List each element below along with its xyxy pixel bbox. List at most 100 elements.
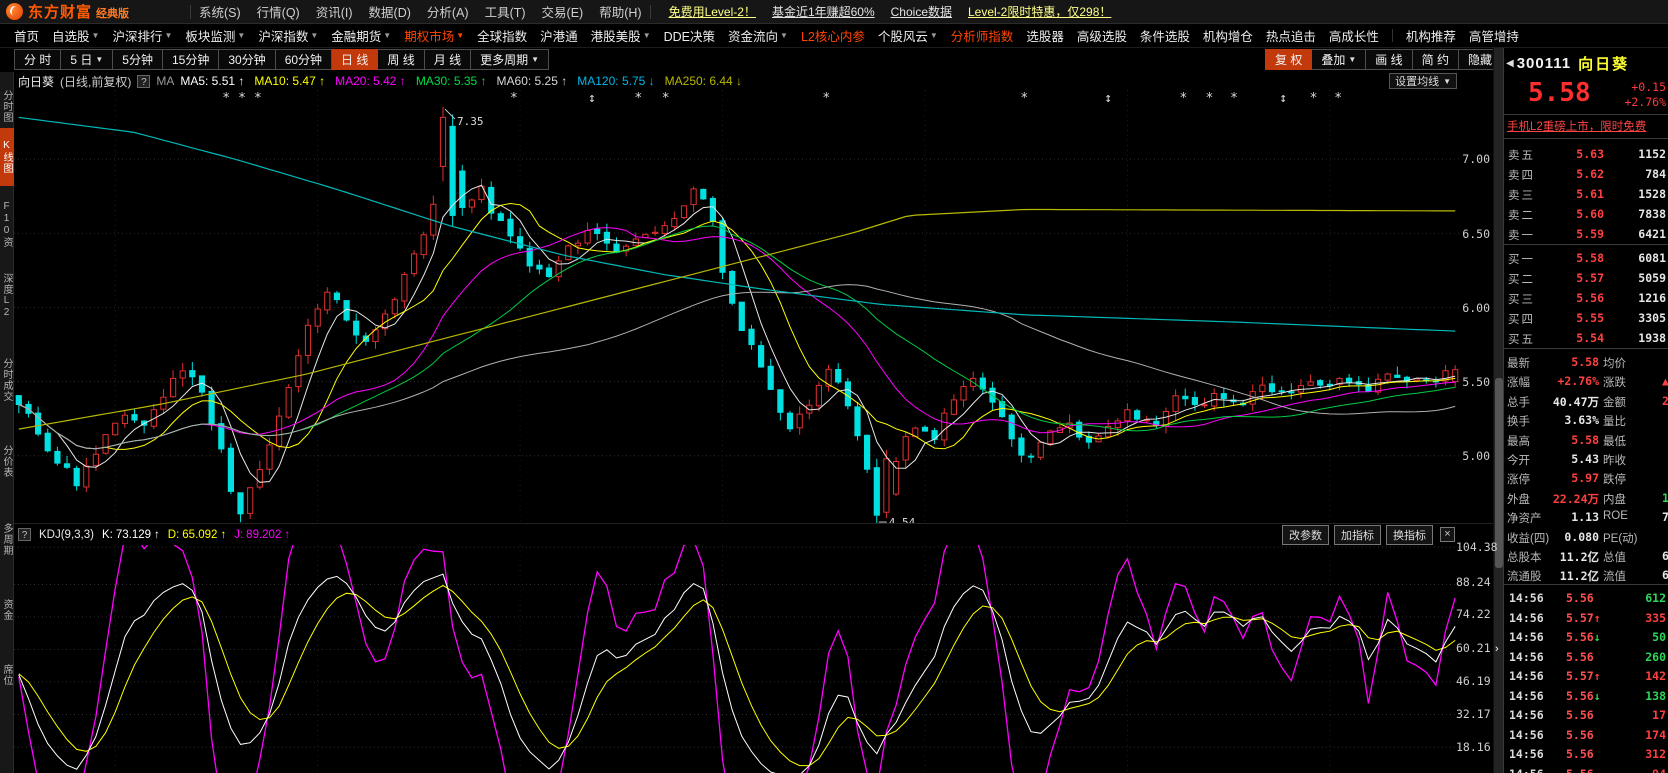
nav-item-高级选股[interactable]: 高级选股 (1077, 26, 1127, 45)
promo-link[interactable]: 免费用Level-2！ (669, 3, 756, 20)
order-volume: 6081 (1638, 251, 1666, 265)
ma-settings-button[interactable]: 设置均线▼ (1389, 73, 1457, 89)
kdj-axis-label: 88.24 (1456, 575, 1490, 589)
tool-button-叠加[interactable]: 叠加▼ (1312, 49, 1366, 70)
tick-time: 14:56 (1509, 747, 1544, 761)
nav-item-全球指数[interactable]: 全球指数 (477, 26, 527, 45)
nav-item-机构增仓[interactable]: 机构增仓 (1203, 26, 1253, 45)
svg-text:4.54: 4.54 (889, 516, 916, 523)
ma-value-MA120: MA120: 5.75 ↓ (577, 74, 654, 88)
nav-item-沪港通[interactable]: 沪港通 (540, 26, 578, 45)
menu-item-数据(D)[interactable]: 数据(D) (369, 2, 411, 21)
stat-value: +2.76% (1557, 374, 1599, 388)
menu-item-分析(A)[interactable]: 分析(A) (427, 2, 469, 21)
nav-item-自选股[interactable]: 自选股▼ (52, 26, 99, 45)
help-icon[interactable]: ? (18, 528, 31, 541)
app-window: 东方财富 经典版 系统(S)行情(Q)资讯(I)数据(D)分析(A)工具(T)交… (0, 0, 1668, 773)
order-row-卖一: 卖一5.596421 (1504, 224, 1668, 244)
candlestick-chart[interactable]: ****↕****↕***↕**7.354.54 (14, 90, 1460, 523)
promo-link[interactable]: Choice数据 (891, 3, 952, 20)
tick-price: 5.56 (1566, 591, 1594, 605)
kdj-chart[interactable] (14, 545, 1460, 773)
nav-item-板块监测[interactable]: 板块监测▼ (185, 26, 245, 45)
period-button-周线[interactable]: 周 线 (378, 49, 424, 70)
kdj-button-改参数[interactable]: 改参数 (1282, 525, 1329, 545)
order-label: 卖三 (1508, 187, 1535, 203)
ma-value-MA20: MA20: 5.42 ↑ (335, 74, 406, 88)
help-icon[interactable]: ? (137, 75, 150, 88)
tick-volume: 94 (1652, 767, 1666, 773)
nav-item-期权市场[interactable]: 期权市场▼ (404, 26, 464, 45)
period-button-60分钟[interactable]: 60分钟 (276, 49, 332, 70)
promo-banner-link[interactable]: 手机L2重磅上市，限时免费 (1507, 118, 1668, 134)
menu-item-系统(S)[interactable]: 系统(S) (199, 2, 241, 21)
period-button-5日[interactable]: 5 日▼ (61, 49, 113, 70)
stat-label: 流通股 (1507, 568, 1542, 584)
collapse-panel-icon[interactable]: ◀ (1506, 58, 1514, 69)
kdj-axis-label: 104.38 (1456, 540, 1490, 554)
tick-volume: 260 (1645, 650, 1666, 664)
nav-item-高成长性[interactable]: 高成长性 (1329, 26, 1379, 45)
sidebar-item-席位[interactable]: 席位 (0, 652, 14, 698)
ma-label: MA (156, 74, 174, 88)
sidebar-item-多周期[interactable]: 多周期 (0, 512, 14, 566)
tool-button-简约[interactable]: 简 约 (1413, 49, 1459, 70)
period-button-分时[interactable]: 分 时 (14, 49, 61, 70)
promo-link[interactable]: 基金近1年赚超60% (772, 3, 875, 20)
sidebar-item-分时成交[interactable]: 分时成交 (0, 342, 14, 418)
nav-item-个股风云[interactable]: 个股风云▼ (878, 26, 938, 45)
menubar: 东方财富 经典版 系统(S)行情(Q)资讯(I)数据(D)分析(A)工具(T)交… (0, 0, 1668, 24)
sidebar-item-资金[interactable]: 资金 (0, 590, 14, 630)
tick-price: 5.56↓ (1566, 689, 1601, 703)
promo-link[interactable]: Level-2限时特惠，仅298！ (968, 3, 1111, 20)
collapse-chevron-icon[interactable]: › (1495, 643, 1499, 655)
sidebar-item-分时图[interactable]: 分时图 (0, 85, 14, 127)
divider (1504, 348, 1668, 349)
period-button-月线[interactable]: 月 线 (425, 49, 471, 70)
menu-item-行情(Q)[interactable]: 行情(Q) (257, 2, 300, 21)
nav-item-条件选股[interactable]: 条件选股 (1140, 26, 1190, 45)
tool-button-复权[interactable]: 复 权 (1265, 49, 1312, 70)
nav-item-分析师指数[interactable]: 分析师指数 (951, 26, 1014, 45)
nav-item-沪深指数[interactable]: 沪深指数▼ (258, 26, 318, 45)
sidebar-item-K线图[interactable]: K线图 (0, 128, 14, 186)
chevron-down-icon: ▼ (643, 31, 651, 40)
nav-item-首页[interactable]: 首页 (14, 26, 39, 45)
nav-item-港股美股[interactable]: 港股美股▼ (591, 26, 651, 45)
period-button-30分钟[interactable]: 30分钟 (219, 49, 275, 70)
sidebar-item-分价表[interactable]: 分价表 (0, 434, 14, 488)
period-button-更多周期[interactable]: 更多周期▼ (471, 49, 549, 70)
sidebar-item-深度L2[interactable]: 深度L2 (0, 268, 14, 324)
nav-item-资金流向[interactable]: 资金流向▼ (728, 26, 788, 45)
svg-text:*: * (254, 91, 262, 106)
period-button-15分钟[interactable]: 15分钟 (163, 49, 219, 70)
nav-item-高管增持[interactable]: 高管增持 (1469, 26, 1519, 45)
svg-text:↕: ↕ (1279, 91, 1287, 106)
menu-item-资讯(I)[interactable]: 资讯(I) (316, 2, 353, 21)
period-button-5分钟[interactable]: 5分钟 (113, 49, 163, 70)
stat-label: 涨跌 (1603, 374, 1626, 390)
period-button-日线[interactable]: 日 线 (332, 49, 378, 70)
chevron-down-icon: ▼ (531, 55, 539, 64)
kdj-button-换指标[interactable]: 换指标 (1386, 525, 1433, 545)
nav-item-沪深排行[interactable]: 沪深排行▼ (112, 26, 172, 45)
menu-separator (190, 5, 191, 19)
nav-item-金融期货[interactable]: 金融期货▼ (331, 26, 391, 45)
panel-scrollbar[interactable]: › (1493, 48, 1503, 773)
nav-item-DDE决策[interactable]: DDE决策 (664, 26, 715, 45)
menu-item-工具(T)[interactable]: 工具(T) (485, 2, 526, 21)
tool-button-画线[interactable]: 画 线 (1366, 49, 1412, 70)
order-price: 5.61 (1576, 187, 1604, 201)
kdj-button-加指标[interactable]: 加指标 (1334, 525, 1381, 545)
tick-row: 14:565.56312 (1504, 744, 1668, 764)
menu-item-帮助(H)[interactable]: 帮助(H) (599, 2, 641, 21)
price-axis-label: 6.50 (1456, 227, 1490, 241)
nav-item-选股器[interactable]: 选股器 (1026, 26, 1064, 45)
close-indicator-icon[interactable]: × (1440, 527, 1455, 542)
menu-item-交易(E)[interactable]: 交易(E) (542, 2, 584, 21)
nav-item-机构推荐[interactable]: 机构推荐 (1406, 26, 1456, 45)
nav-item-L2核心内参[interactable]: L2核心内参 (801, 26, 865, 45)
nav-item-热点追击[interactable]: 热点追击 (1266, 26, 1316, 45)
sidebar-item-F10资料[interactable]: F10资料 (0, 198, 14, 250)
tick-volume: 335 (1645, 611, 1666, 625)
